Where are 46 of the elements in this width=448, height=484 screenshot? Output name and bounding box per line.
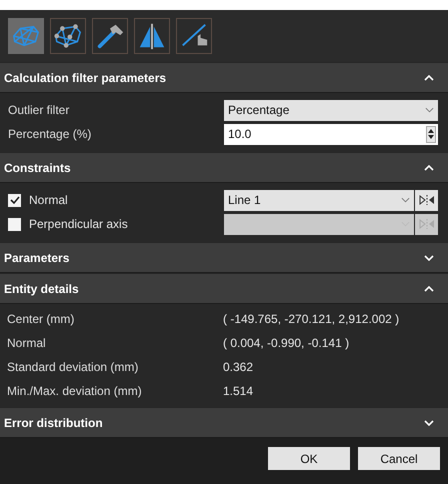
section-title: Parameters — [4, 250, 70, 264]
cancel-button[interactable]: Cancel — [358, 447, 440, 470]
section-title: Error distribution — [4, 416, 103, 430]
field-label: Outlier filter — [8, 103, 70, 117]
hammer-icon[interactable] — [92, 18, 128, 54]
chevron-icon — [424, 286, 434, 292]
checkbox-label: Normal — [29, 193, 69, 207]
section-title: Calculation filter parameters — [4, 70, 166, 84]
section-title: Constraints — [4, 160, 71, 174]
property-label: Center (mm) — [7, 312, 76, 326]
dropdown[interactable]: Line 1 — [224, 190, 414, 210]
mirror-icon[interactable] — [134, 18, 170, 54]
chevron-icon — [424, 420, 434, 426]
chevron-icon — [424, 254, 434, 260]
section-header[interactable]: Error distribution — [0, 407, 448, 438]
property-label: Standard deviation (mm) — [7, 360, 140, 374]
property-label: Normal — [7, 336, 47, 350]
dropdown[interactable]: Percentage — [224, 100, 438, 120]
dropdown[interactable] — [224, 214, 414, 234]
chevron-icon — [424, 74, 434, 80]
section-header[interactable]: Entity details — [0, 273, 448, 304]
property-value: 1.514 — [223, 384, 254, 398]
spinner-arrows-icon[interactable] — [426, 126, 436, 142]
mirror-triangles-icon — [418, 194, 434, 206]
property-value: ( -149.765, -270.121, 2,912.002 ) — [223, 312, 400, 326]
section-header[interactable]: Calculation filter parameters — [0, 62, 448, 93]
flip-direction-button[interactable] — [415, 190, 438, 210]
checkbox[interactable] — [8, 194, 21, 206]
field-label: Percentage (%) — [8, 127, 92, 141]
number-field[interactable]: 10.0 — [224, 124, 438, 144]
checkbox-label: Perpendicular axis — [29, 217, 129, 231]
mesh-points-icon[interactable] — [50, 18, 86, 54]
chevron-icon — [424, 164, 434, 170]
section-header[interactable]: Constraints — [0, 152, 448, 183]
section-title: Entity details — [4, 282, 79, 296]
property-label: Min./Max. deviation (mm) — [7, 384, 143, 398]
flip-direction-button[interactable] — [415, 214, 438, 234]
chevron-down-icon — [401, 197, 410, 203]
checkbox[interactable] — [8, 218, 21, 230]
ok-button[interactable]: OK — [268, 447, 350, 470]
section-header[interactable]: Parameters — [0, 242, 448, 273]
chevron-down-icon — [425, 107, 434, 113]
property-value: 0.362 — [223, 360, 254, 374]
mirror-triangles-icon — [418, 218, 434, 230]
property-value: ( 0.004, -0.990, -0.141 ) — [223, 336, 350, 350]
line-pointer-icon[interactable] — [176, 18, 212, 54]
